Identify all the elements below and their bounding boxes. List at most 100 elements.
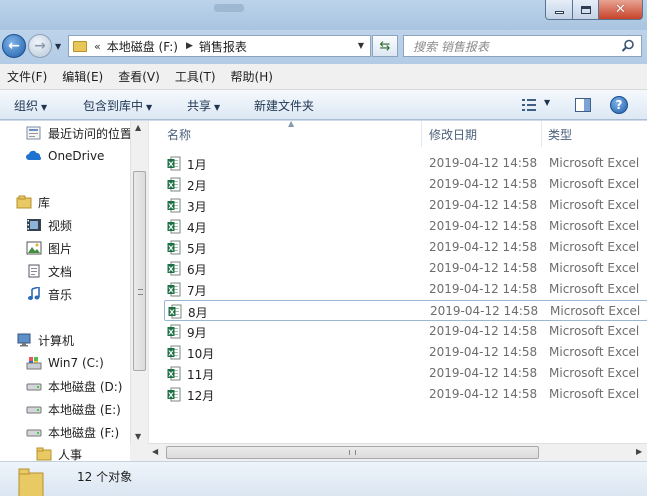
search-icon[interactable]: [621, 39, 635, 53]
sidebar-item-computer[interactable]: 计算机: [16, 330, 74, 350]
sidebar-item-drive-d[interactable]: 本地磁盘 (D:): [26, 376, 122, 396]
sidebar-item-drive-c[interactable]: Win7 (C:): [26, 353, 104, 373]
address-overflow-chevron[interactable]: «: [94, 40, 101, 53]
column-divider[interactable]: [541, 121, 542, 147]
excel-file-icon: X: [167, 324, 181, 339]
sidebar-item-music[interactable]: 音乐: [26, 284, 72, 304]
file-name: 10月: [187, 347, 215, 361]
sidebar-item-onedrive[interactable]: OneDrive: [26, 146, 104, 166]
address-bar[interactable]: « 本地磁盘 (F:) ▶ 销售报表 ▼: [68, 35, 371, 57]
file-type: Microsoft Excel: [549, 219, 640, 233]
videos-icon: [27, 219, 41, 231]
menu-help[interactable]: 帮助(H): [224, 68, 281, 85]
scroll-up-arrow-icon[interactable]: ▲: [135, 123, 141, 132]
table-row[interactable]: X 9月 2019-04-12 14:58 Microsoft Excel: [164, 321, 647, 342]
folder-icon: [18, 468, 44, 496]
sidebar-item-personnel[interactable]: 人事: [36, 444, 82, 461]
organize-button[interactable]: 组织 ▼: [14, 97, 47, 114]
excel-file-icon: X: [168, 304, 182, 319]
sidebar-item-libraries[interactable]: 库: [16, 192, 50, 212]
table-row[interactable]: X 5月 2019-04-12 14:58 Microsoft Excel: [164, 237, 647, 258]
share-button[interactable]: 共享 ▼: [187, 97, 220, 114]
file-name: 12月: [187, 389, 215, 403]
column-header-type[interactable]: 类型: [548, 121, 647, 147]
sidebar-item-videos[interactable]: 视频: [26, 215, 72, 235]
music-icon: [28, 287, 40, 300]
status-bar: 12 个对象: [0, 461, 647, 496]
breadcrumb-sales-reports[interactable]: 销售报表: [199, 38, 247, 55]
minimize-button[interactable]: [545, 0, 573, 20]
pictures-icon: [26, 241, 42, 255]
sidebar-item-drive-f[interactable]: 本地磁盘 (F:): [26, 422, 119, 442]
navigation-pane[interactable]: 最近访问的位置 OneDrive 库 视频 图片 文档 音乐 计算机 Win7 …: [0, 121, 148, 461]
file-list-horizontal-scrollbar[interactable]: ◀ ▶: [148, 443, 647, 461]
table-row[interactable]: X 7月 2019-04-12 14:58 Microsoft Excel: [164, 279, 647, 300]
table-row[interactable]: X 10月 2019-04-12 14:58 Microsoft Excel: [164, 342, 647, 363]
file-modified-date: 2019-04-12 14:58: [429, 387, 538, 401]
menu-view[interactable]: 查看(V): [111, 68, 168, 85]
scrollbar-thumb[interactable]: [166, 446, 539, 459]
help-icon[interactable]: ?: [610, 96, 628, 114]
navigation-pane-scrollbar[interactable]: ▲ ▼: [130, 121, 148, 443]
address-dropdown-icon[interactable]: ▼: [358, 41, 364, 50]
sidebar-item-recent-places[interactable]: 最近访问的位置: [26, 123, 132, 143]
menu-file[interactable]: 文件(F): [0, 68, 55, 85]
sidebar-item-label: 本地磁盘 (D:): [48, 379, 123, 394]
file-modified-date: 2019-04-12 14:58: [429, 219, 538, 233]
table-row[interactable]: X 12月 2019-04-12 14:58 Microsoft Excel: [164, 384, 647, 405]
scroll-down-arrow-icon[interactable]: ▼: [135, 432, 141, 441]
table-row[interactable]: X 3月 2019-04-12 14:58 Microsoft Excel: [164, 195, 647, 216]
excel-file-icon: X: [167, 156, 181, 171]
file-list-pane[interactable]: 名称 ▲ 修改日期 类型 X 1月 2019-04-12 14:58 Microsof…: [148, 121, 647, 461]
title-bar[interactable]: ✕: [0, 0, 647, 30]
window-controls: ✕: [545, 0, 643, 20]
menu-tools[interactable]: 工具(T): [168, 68, 224, 85]
back-button[interactable]: ←: [2, 34, 26, 58]
menu-edit[interactable]: 编辑(E): [55, 68, 111, 85]
table-row[interactable]: X 1月 2019-04-12 14:58 Microsoft Excel: [164, 153, 647, 174]
table-row[interactable]: X 6月 2019-04-12 14:58 Microsoft Excel: [164, 258, 647, 279]
sidebar-item-pictures[interactable]: 图片: [26, 238, 72, 258]
command-bar: 组织 ▼ 包含到库中 ▼ 共享 ▼ 新建文件夹 ▼ ?: [0, 90, 647, 120]
scroll-left-arrow-icon[interactable]: ◀: [152, 447, 158, 456]
search-placeholder: 搜索 销售报表: [413, 39, 489, 54]
file-type: Microsoft Excel: [550, 304, 641, 318]
file-name: 7月: [187, 284, 207, 298]
breadcrumb-arrow-icon[interactable]: ▶: [186, 41, 193, 51]
change-view-icon[interactable]: [522, 99, 536, 111]
excel-file-icon: X: [167, 282, 181, 297]
table-row[interactable]: X 2月 2019-04-12 14:58 Microsoft Excel: [164, 174, 647, 195]
file-type: Microsoft Excel: [549, 240, 640, 254]
new-folder-button[interactable]: 新建文件夹: [254, 97, 314, 114]
maximize-button[interactable]: [573, 0, 599, 20]
search-box[interactable]: 搜索 销售报表: [403, 35, 642, 57]
close-button[interactable]: ✕: [599, 0, 643, 20]
view-options-dropdown[interactable]: ▼: [544, 98, 550, 107]
sidebar-item-documents[interactable]: 文档: [26, 261, 72, 281]
svg-text:X: X: [169, 308, 175, 316]
excel-file-icon: X: [167, 198, 181, 213]
forward-button[interactable]: →: [28, 34, 52, 58]
table-row[interactable]: X 11月 2019-04-12 14:58 Microsoft Excel: [164, 363, 647, 384]
scroll-right-arrow-icon[interactable]: ▶: [636, 447, 642, 456]
file-type: Microsoft Excel: [549, 387, 640, 401]
include-in-library-button[interactable]: 包含到库中 ▼: [83, 97, 152, 114]
recent-pages-dropdown[interactable]: ▼: [55, 42, 61, 51]
preview-pane-icon[interactable]: [575, 98, 591, 112]
scrollbar-thumb[interactable]: [133, 171, 146, 371]
sidebar-item-label: OneDrive: [48, 149, 105, 163]
sidebar-item-drive-e[interactable]: 本地磁盘 (E:): [26, 399, 121, 419]
file-modified-date: 2019-04-12 14:58: [429, 177, 538, 191]
file-type: Microsoft Excel: [549, 366, 640, 380]
chevron-down-icon: ▼: [146, 103, 153, 112]
refresh-button[interactable]: ⇆: [372, 35, 398, 57]
table-row[interactable]: X 8月 2019-04-12 14:58 Microsoft Excel: [164, 300, 647, 321]
column-divider[interactable]: [421, 121, 422, 147]
table-row[interactable]: X 4月 2019-04-12 14:58 Microsoft Excel: [164, 216, 647, 237]
breadcrumb-drive-f[interactable]: 本地磁盘 (F:): [107, 38, 178, 55]
file-name: 6月: [187, 263, 207, 277]
refresh-icon: ⇆: [379, 38, 391, 54]
column-header-date[interactable]: 修改日期: [429, 121, 541, 147]
sort-ascending-icon: ▲: [288, 121, 295, 128]
file-name: 9月: [187, 326, 207, 340]
